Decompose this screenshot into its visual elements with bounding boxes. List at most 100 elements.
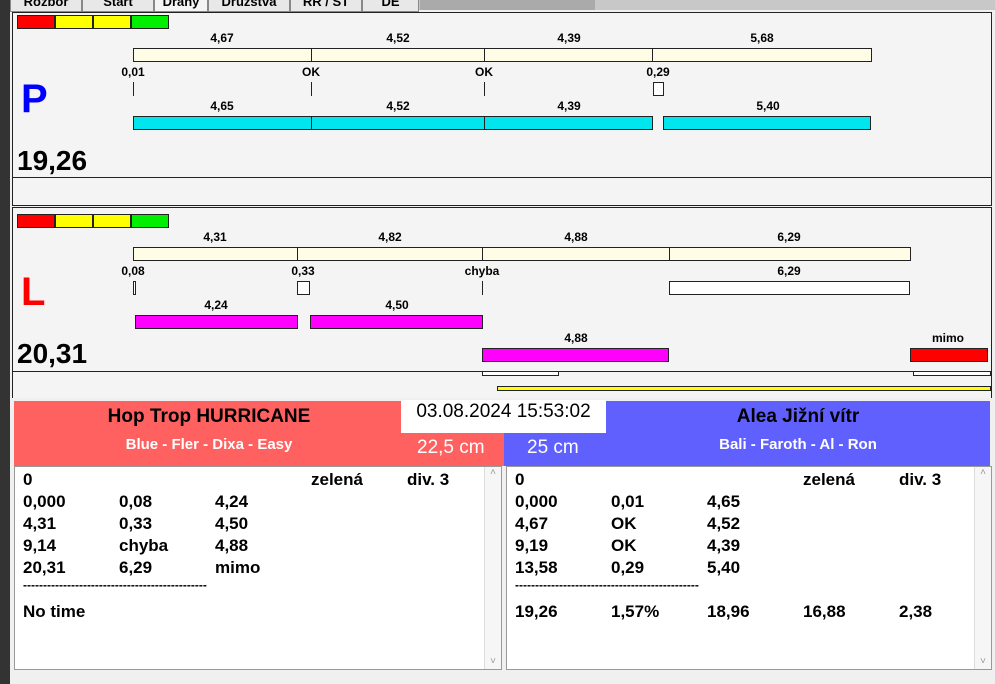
gap-value: 0,33: [291, 264, 315, 278]
list-footer-cell: 18,96: [707, 602, 750, 621]
magenta-bar: [482, 348, 669, 362]
right-team-name: Alea Jižní vítr: [736, 406, 860, 427]
segment-divider: [482, 247, 483, 261]
scroll-down-icon[interactable]: ˅: [485, 656, 501, 667]
gap-value: 0,08: [121, 264, 145, 278]
light-yellow: [93, 214, 131, 228]
list-header: 0: [515, 470, 525, 489]
segment-divider: [311, 48, 312, 62]
bottom-value: 5,40: [756, 99, 780, 113]
lane-baseline: [13, 177, 991, 178]
gap-marker: [653, 82, 664, 96]
tab-rozbor[interactable]: Rozbor: [10, 0, 82, 12]
bottom-value: mimo: [931, 331, 965, 345]
right-result-list[interactable]: 0 zelená div. 3 0,000 0,01 4,65 4,67 OK …: [506, 466, 992, 670]
list-cell: 0,000: [515, 492, 558, 511]
list-footer-cell: 2,38: [899, 602, 933, 621]
datetime: 03.08.2024 15:53:02: [401, 400, 606, 433]
bottom-value: 4,88: [564, 331, 588, 345]
cyan-bar: [311, 116, 485, 130]
gap-marker: [482, 281, 483, 295]
list-header: zelená: [803, 470, 855, 489]
magenta-bar: [310, 315, 483, 329]
list-header: div. 3: [899, 470, 942, 489]
gap-value: chyba: [464, 264, 500, 278]
tab-de[interactable]: DE: [362, 0, 419, 12]
list-cell: 4,67: [515, 514, 549, 533]
lane-letter: P: [21, 77, 48, 121]
list-footer-cell: 16,88: [803, 602, 846, 621]
left-team-name: Hop Trop HURRICANE: [107, 406, 311, 427]
gap-value: 6,29: [777, 264, 801, 278]
left-team-distance: 22,5 cm: [417, 437, 485, 458]
list-cell: 4,50: [215, 514, 249, 533]
list-footer: No time: [23, 602, 86, 621]
light-yellow: [55, 15, 93, 29]
progress-line: [497, 386, 991, 391]
list-cell: 4,88: [215, 536, 249, 555]
list-cell: OK: [611, 536, 637, 555]
list-header: div. 3: [407, 470, 450, 489]
list-footer-cell: 19,26: [515, 602, 558, 621]
cyan-bar: [663, 116, 871, 130]
list-cell: 4,39: [707, 536, 741, 555]
scroll-up-icon[interactable]: ˄: [975, 467, 991, 478]
list-cell: 4,31: [23, 514, 57, 533]
list-cell: 13,58: [515, 558, 558, 577]
light-green: [131, 214, 169, 228]
lane-l-panel: L 20,31 4,31 4,82 4,88 6,29 0,08 0,33 ch…: [12, 207, 992, 398]
list-header: zelená: [311, 470, 363, 489]
list-cell: 0,08: [119, 492, 153, 511]
tab-start[interactable]: Start: [82, 0, 154, 12]
list-cell: 0,33: [119, 514, 153, 533]
tab-drahy[interactable]: Dráhy: [154, 0, 208, 12]
light-yellow: [93, 15, 131, 29]
gap-marker: [133, 281, 136, 295]
magenta-bar: [135, 315, 298, 329]
list-cell: 0,29: [611, 558, 645, 577]
bottom-value: 4,50: [385, 298, 409, 312]
gap-marker: [484, 82, 485, 96]
list-cell: 6,29: [119, 558, 153, 577]
list-cell: 4,24: [215, 492, 249, 511]
tab-strip: Rozbor Start Dráhy Družstva RR / ST DE: [10, 0, 995, 12]
gap-marker: [311, 82, 312, 96]
scroll-down-icon[interactable]: ˅: [975, 656, 991, 667]
list-cell: 0,000: [23, 492, 66, 511]
top-value: 5,68: [750, 31, 774, 45]
top-value: 4,31: [203, 230, 227, 244]
gap-value: 0,01: [121, 65, 145, 79]
left-result-list[interactable]: 0 zelená div. 3 0,000 0,08 4,24 4,31 0,3…: [14, 466, 502, 670]
lane-p-panel: P 19,26 4,67 4,52 4,39 5,68 0,01 OK OK 0…: [12, 12, 992, 206]
segment-divider: [484, 48, 485, 62]
light-red: [17, 214, 55, 228]
list-cell: 4,65: [707, 492, 741, 511]
marker-box: [482, 371, 559, 376]
left-team-members: Blue - Fler - Dixa - Easy: [125, 436, 293, 453]
tab-rr-st[interactable]: RR / ST: [290, 0, 362, 12]
list-cell: OK: [611, 514, 637, 533]
gap-value: 0,29: [646, 65, 670, 79]
right-team-members: Bali - Faroth - Al - Ron: [719, 436, 877, 453]
list-cell: chyba: [119, 536, 169, 555]
tab-strip-fill: [420, 0, 595, 10]
segment-divider: [669, 247, 670, 261]
top-bar: [133, 48, 872, 62]
top-value: 4,52: [386, 31, 410, 45]
scrollbar[interactable]: ˄ ˅: [484, 467, 501, 669]
scroll-up-icon[interactable]: ˄: [485, 467, 501, 478]
tab-druzstva[interactable]: Družstva: [208, 0, 290, 12]
bottom-value: 4,52: [386, 99, 410, 113]
segment-divider: [652, 48, 653, 62]
gap-marker: [669, 281, 910, 295]
gap-value: OK: [475, 65, 493, 79]
bottom-value: 4,39: [557, 99, 581, 113]
lane-letter: L: [21, 270, 46, 314]
top-value: 4,67: [210, 31, 234, 45]
lane-total: 20,31: [17, 338, 88, 369]
list-footer-cell: 1,57%: [611, 602, 660, 621]
bottom-value: 4,24: [204, 298, 228, 312]
list-cell: 9,19: [515, 536, 549, 555]
marker-box: [913, 371, 991, 376]
scrollbar[interactable]: ˄ ˅: [974, 467, 991, 669]
